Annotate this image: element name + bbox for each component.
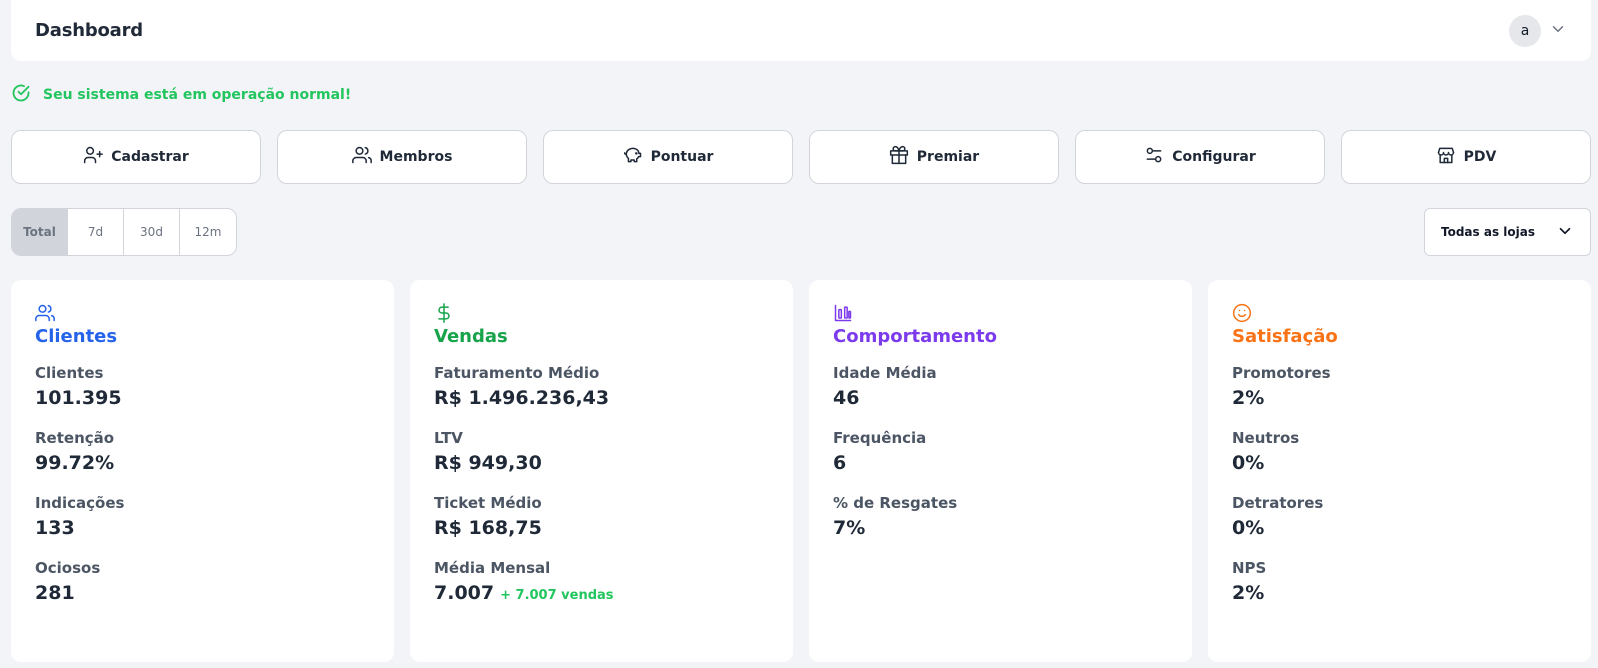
- pontuar-label: Pontuar: [650, 149, 714, 165]
- metric-label: Clientes: [35, 364, 104, 382]
- metric: Ticket Médio R$ 168,75: [434, 493, 769, 542]
- metric-label: Ociosos: [35, 559, 101, 577]
- clientes-card: Clientes Clientes 101.395 Retenção 99.72…: [11, 280, 394, 662]
- store-icon: [1436, 145, 1456, 169]
- metric-label: Faturamento Médio: [434, 364, 600, 382]
- metric: Promotores 2%: [1232, 363, 1567, 412]
- card-title: Clientes: [35, 326, 118, 347]
- metric-value: R$ 168,75: [434, 517, 542, 539]
- smile-icon: [1232, 302, 1567, 324]
- metric: Indicações 133: [35, 493, 370, 542]
- metric-label: Ticket Médio: [434, 494, 542, 512]
- pdv-label: PDV: [1463, 149, 1497, 165]
- metric-value: R$ 949,30: [434, 452, 542, 474]
- store-select[interactable]: Todas as lojas: [1424, 208, 1591, 256]
- metric: Faturamento Médio R$ 1.496.236,43: [434, 363, 769, 412]
- quick-actions: Cadastrar Membros Pontuar Premiar Config…: [11, 130, 1591, 184]
- system-status-text: Seu sistema está em operação normal!: [43, 87, 352, 103]
- metric-label: Promotores: [1232, 364, 1331, 382]
- metric: Idade Média 46: [833, 363, 1168, 412]
- membros-button[interactable]: Membros: [277, 130, 527, 184]
- period-option-total[interactable]: Total: [12, 209, 68, 255]
- chevron-down-icon[interactable]: [1549, 20, 1567, 42]
- premiar-label: Premiar: [916, 149, 980, 165]
- users-icon: [351, 145, 372, 169]
- metric-label: % de Resgates: [833, 494, 958, 512]
- metric-value: 7%: [833, 517, 866, 539]
- metric-label: LTV: [434, 429, 463, 447]
- top-bar: Dashboard a: [11, 0, 1591, 61]
- metric: LTV R$ 949,30: [434, 428, 769, 477]
- metric-label: Idade Média: [833, 364, 937, 382]
- metric-value: 0%: [1232, 517, 1265, 539]
- metric-label: Frequência: [833, 429, 927, 447]
- card-title: Comportamento: [833, 326, 997, 347]
- gift-icon: [889, 145, 909, 169]
- metric: Frequência 6: [833, 428, 1168, 477]
- users-icon: [35, 302, 370, 324]
- sliders-icon: [1144, 145, 1164, 169]
- store-select-value: Todas as lojas: [1441, 225, 1535, 239]
- period-option-7d[interactable]: 7d: [68, 209, 124, 255]
- metric-value: 101.395: [35, 387, 122, 409]
- metric-label: Retenção: [35, 429, 115, 447]
- stat-cards: Clientes Clientes 101.395 Retenção 99.72…: [11, 280, 1591, 662]
- system-status: Seu sistema está em operação normal!: [11, 84, 351, 106]
- avatar[interactable]: a: [1509, 14, 1541, 47]
- bar-chart-icon: [833, 302, 1168, 324]
- card-title: Satisfação: [1232, 326, 1338, 347]
- pontuar-button[interactable]: Pontuar: [543, 130, 793, 184]
- piggy-bank-icon: [623, 145, 643, 169]
- metric-value: 281: [35, 582, 75, 604]
- metric: NPS 2%: [1232, 558, 1567, 607]
- comportamento-card: Comportamento Idade Média 46 Frequência …: [809, 280, 1192, 662]
- metric-value: 46: [833, 387, 860, 409]
- period-filter: Total 7d 30d 12m: [11, 208, 237, 256]
- metric: Ociosos 281: [35, 558, 370, 607]
- configurar-button[interactable]: Configurar: [1075, 130, 1325, 184]
- metric-value: 2%: [1232, 582, 1265, 604]
- metric-value: 99.72%: [35, 452, 115, 474]
- metric-label: Neutros: [1232, 429, 1300, 447]
- metric: Média Mensal 7.007 + 7.007 vendas: [434, 558, 769, 610]
- metric: Clientes 101.395: [35, 363, 370, 412]
- check-circle-icon: [11, 83, 31, 107]
- metric-value: 2%: [1232, 387, 1265, 409]
- metric-value: 0%: [1232, 452, 1265, 474]
- premiar-button[interactable]: Premiar: [809, 130, 1059, 184]
- chevron-down-icon: [1556, 222, 1574, 243]
- dollar-icon: [434, 302, 769, 324]
- sales-count-badge: + 7.007 vendas: [500, 588, 614, 603]
- metric-value: 133: [35, 517, 75, 539]
- card-title: Vendas: [434, 326, 508, 347]
- metric: Detratores 0%: [1232, 493, 1567, 542]
- configurar-label: Configurar: [1172, 149, 1256, 165]
- user-menu[interactable]: a: [1509, 14, 1567, 47]
- metric-label: Detratores: [1232, 494, 1324, 512]
- metric: Retenção 99.72%: [35, 428, 370, 477]
- metric-label: Média Mensal: [434, 559, 551, 577]
- metric: Neutros 0%: [1232, 428, 1567, 477]
- metric-label: NPS: [1232, 559, 1267, 577]
- pdv-button[interactable]: PDV: [1341, 130, 1591, 184]
- user-plus-icon: [83, 145, 104, 169]
- metric-label: Indicações: [35, 494, 125, 512]
- cadastrar-button[interactable]: Cadastrar: [11, 130, 261, 184]
- metric: % de Resgates 7%: [833, 493, 1168, 542]
- metric-value-row: 7.007 + 7.007 vendas: [434, 579, 769, 610]
- cadastrar-label: Cadastrar: [111, 149, 189, 165]
- vendas-card: Vendas Faturamento Médio R$ 1.496.236,43…: [410, 280, 793, 662]
- period-option-30d[interactable]: 30d: [124, 209, 180, 255]
- period-option-12m[interactable]: 12m: [180, 209, 236, 255]
- metric-value: 7.007: [434, 582, 495, 604]
- metric-value: 6: [833, 452, 847, 474]
- satisfacao-card: Satisfação Promotores 2% Neutros 0% Detr…: [1208, 280, 1591, 662]
- page-title: Dashboard: [35, 20, 143, 41]
- metric-value: R$ 1.496.236,43: [434, 387, 610, 409]
- membros-label: Membros: [379, 149, 453, 165]
